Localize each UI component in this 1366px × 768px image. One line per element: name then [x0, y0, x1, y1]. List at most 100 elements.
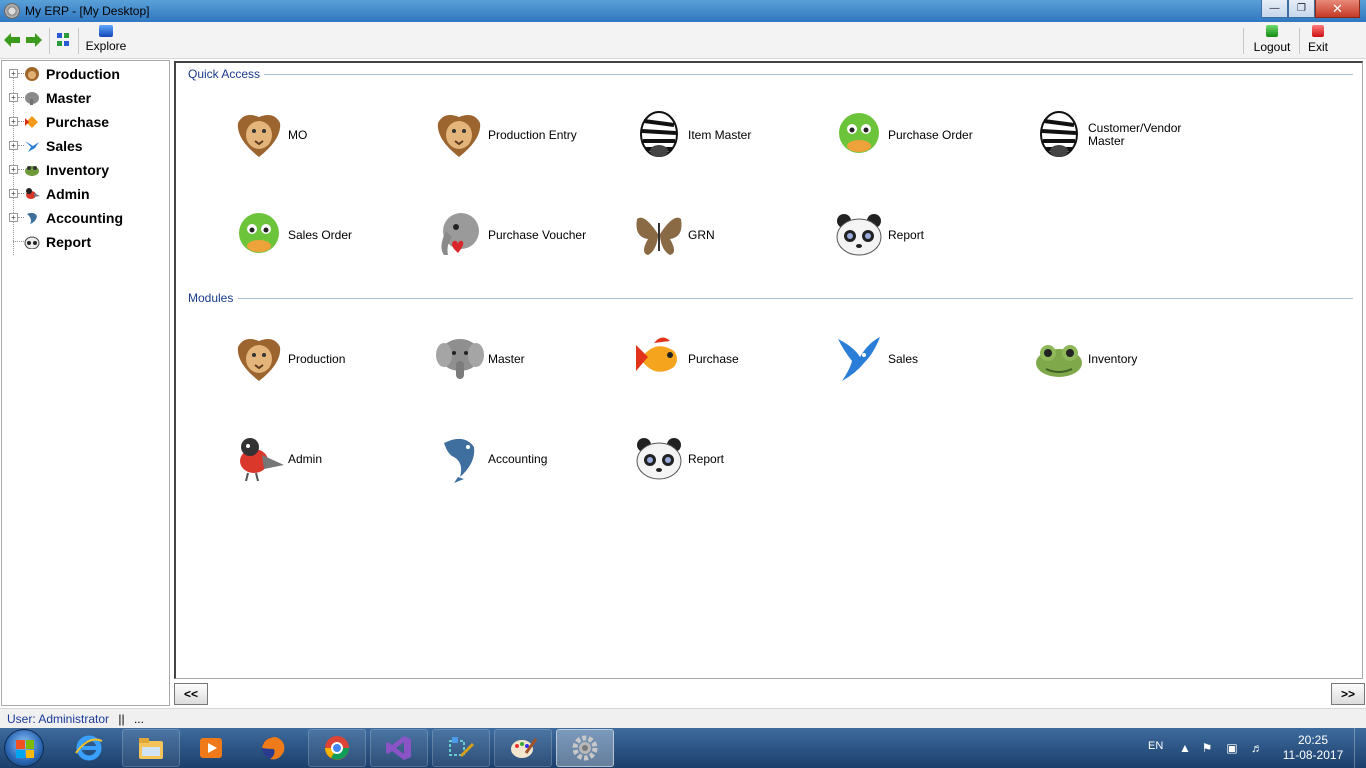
fish-icon — [25, 116, 38, 128]
minimize-button[interactable]: — — [1261, 0, 1288, 18]
module-tile-admin[interactable]: Admin — [234, 431, 424, 487]
internet-explorer-icon[interactable] — [60, 729, 118, 767]
sidebar-item-sales[interactable]: + Sales — [2, 136, 162, 156]
erp-gear-icon[interactable] — [556, 729, 614, 767]
explore-button[interactable]: Explore — [84, 25, 128, 53]
toolbar-separator — [49, 28, 50, 54]
exit-icon — [1312, 25, 1324, 37]
sidebar-item-production[interactable]: + Production — [2, 64, 162, 84]
expand-icon[interactable]: + — [9, 93, 18, 102]
module-tile-sales[interactable]: Sales — [834, 331, 1024, 387]
expand-icon[interactable]: + — [9, 69, 18, 78]
network-icon[interactable]: ▣ — [1225, 741, 1239, 755]
sidebar-item-master[interactable]: + Master — [2, 88, 162, 108]
show-hidden-icons-icon[interactable]: ▲ — [1178, 741, 1192, 755]
file-explorer-icon[interactable] — [122, 729, 180, 767]
zebra-icon — [640, 111, 678, 157]
restore-button[interactable]: ❐ — [1288, 0, 1315, 18]
forward-arrow-icon[interactable] — [26, 33, 42, 47]
frog-icon — [1036, 345, 1082, 377]
toolbar-separator — [1299, 28, 1300, 54]
volume-icon[interactable]: ♬ — [1250, 741, 1264, 755]
tree-toggle-icon[interactable] — [56, 32, 70, 48]
lion-icon — [25, 67, 39, 81]
elephant-icon — [25, 92, 39, 105]
expand-icon[interactable]: + — [9, 165, 18, 174]
expand-icon[interactable]: + — [9, 213, 18, 222]
toolbar-separator — [78, 28, 79, 54]
dolphin-icon — [444, 438, 475, 483]
visual-studio-icon[interactable] — [370, 729, 428, 767]
expand-icon[interactable]: + — [9, 189, 18, 198]
back-arrow-icon[interactable] — [4, 33, 20, 47]
status-extra: ... — [133, 712, 144, 726]
bird-icon — [838, 337, 880, 381]
quick-tile-grn[interactable]: GRN — [634, 207, 824, 263]
quick-tile-mo[interactable]: MO — [234, 107, 424, 163]
module-tile-master[interactable]: Master — [434, 331, 624, 387]
bird-icon — [25, 141, 39, 152]
panda-icon — [24, 236, 40, 249]
logout-button[interactable]: Logout — [1250, 25, 1294, 54]
action-center-flag-icon[interactable]: ⚑ — [1200, 741, 1214, 755]
media-player-icon[interactable] — [182, 729, 240, 767]
bullfinch-icon — [240, 438, 284, 482]
show-desktop-button[interactable] — [1354, 728, 1366, 768]
quick-tile-production-entry[interactable]: Production Entry — [434, 107, 624, 163]
toolbar-separator — [1243, 28, 1244, 54]
modules-title: Modules — [188, 291, 238, 305]
firefox-icon[interactable] — [244, 729, 302, 767]
expand-icon[interactable]: + — [9, 117, 18, 126]
status-separator: || — [118, 712, 125, 726]
quick-tile-item-master[interactable]: Item Master — [634, 107, 824, 163]
app-gear-icon — [4, 3, 20, 19]
windows-taskbar: EN ▲ ⚑ ▣ ♬ 20:25 11-08-2017 — [0, 728, 1366, 768]
tools-icon[interactable] — [432, 729, 490, 767]
duck-icon — [839, 113, 879, 153]
section-divider — [238, 298, 1353, 299]
duck-icon — [239, 213, 279, 253]
expand-icon[interactable]: + — [9, 141, 18, 150]
sidebar-item-accounting[interactable]: + Accounting — [2, 208, 162, 228]
module-tile-production[interactable]: Production — [234, 331, 424, 387]
quick-tile-purchase-order[interactable]: Purchase Order — [834, 107, 1024, 163]
section-divider — [260, 74, 1353, 75]
zebra-icon — [1040, 111, 1078, 157]
exit-button[interactable]: Exit — [1304, 25, 1332, 54]
elephant-heart-icon — [441, 213, 479, 255]
explore-icon — [99, 25, 113, 37]
sidebar-item-report[interactable]: Report — [2, 232, 162, 252]
sidebar-item-inventory[interactable]: + Inventory — [2, 160, 162, 180]
panda-icon — [636, 438, 682, 480]
chrome-icon[interactable] — [308, 729, 366, 767]
quick-access-title: Quick Access — [188, 67, 265, 81]
module-tile-report[interactable]: Report — [634, 431, 824, 487]
sidebar-tree: + Production + Master + Purchase + Sales… — [1, 60, 170, 706]
paint-icon[interactable] — [494, 729, 552, 767]
logout-icon — [1266, 25, 1278, 37]
sidebar-item-purchase[interactable]: + Purchase — [2, 112, 162, 132]
logout-label: Logout — [1253, 40, 1291, 54]
toolbar: Explore Logout Exit — [0, 22, 1366, 59]
panda-icon — [836, 214, 882, 256]
quick-tile-customer-vendor-master[interactable]: Customer/Vendor Master — [1034, 107, 1224, 163]
clock-date: 11-08-2017 — [1282, 748, 1344, 762]
fish-icon — [636, 337, 677, 372]
bullfinch-icon — [26, 188, 40, 199]
module-tile-inventory[interactable]: Inventory — [1034, 331, 1224, 387]
quick-tile-report[interactable]: Report — [834, 207, 1024, 263]
previous-page-button[interactable]: << — [174, 683, 208, 705]
module-tile-accounting[interactable]: Accounting — [434, 431, 624, 487]
window-title: My ERP - [My Desktop] — [25, 4, 150, 18]
next-page-button[interactable]: >> — [1331, 683, 1365, 705]
system-clock[interactable]: 20:25 11-08-2017 — [1280, 733, 1346, 763]
module-tile-purchase[interactable]: Purchase — [634, 331, 824, 387]
close-button[interactable]: ✕ — [1315, 0, 1360, 18]
quick-tile-purchase-voucher[interactable]: Purchase Voucher — [434, 207, 624, 263]
explore-label: Explore — [85, 39, 127, 53]
sidebar-item-admin[interactable]: + Admin — [2, 184, 162, 204]
title-bar: My ERP - [My Desktop] — ❐ ✕ — [0, 0, 1366, 22]
start-button[interactable] — [4, 729, 44, 767]
language-indicator[interactable]: EN — [1148, 740, 1163, 752]
quick-tile-sales-order[interactable]: Sales Order — [234, 207, 424, 263]
